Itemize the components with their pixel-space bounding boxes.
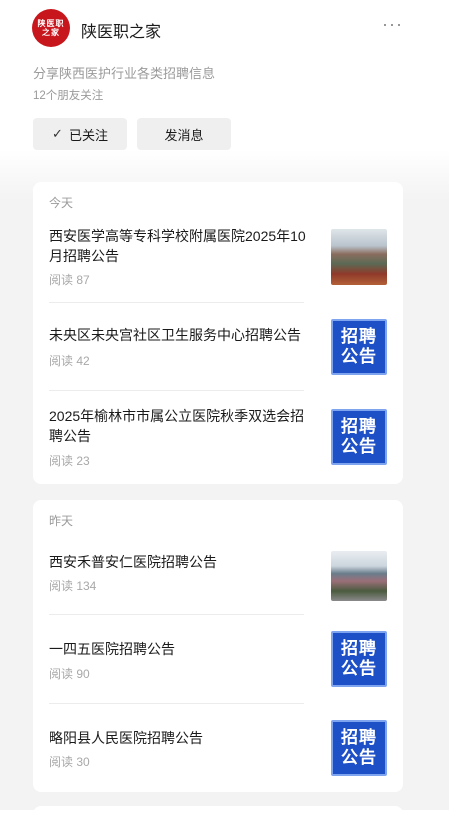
thumbnail-text-line1: 招聘 [341, 327, 377, 346]
recruitment-notice-thumbnail: 招聘 公告 [331, 720, 387, 776]
followed-label: 已关注 [68, 127, 108, 143]
article-group-today: 今天 西安医学高等专科学校附属医院2025年10月招聘公告 阅读 87 未央区未… [33, 182, 403, 484]
thumbnail-text-line1: 招聘 [341, 639, 377, 658]
group-day-label: 今天 [49, 196, 74, 210]
more-options-icon[interactable]: ··· [382, 14, 403, 35]
thumbnail-text-line2: 公告 [341, 347, 377, 366]
article-reads: 阅读 134 [49, 579, 97, 593]
article-group-next [33, 806, 403, 826]
recruitment-notice-thumbnail: 招聘 公告 [331, 409, 387, 465]
article-item[interactable]: 西安医学高等专科学校附属医院2025年10月招聘公告 阅读 87 [33, 218, 403, 302]
checkmark-icon: ✓ [52, 126, 63, 141]
divider [49, 703, 304, 704]
article-title: 一四五医院招聘公告 [49, 641, 175, 657]
article-title: 未央区未央宫社区卫生服务中心招聘公告 [49, 327, 301, 343]
thumbnail-text-line2: 公告 [341, 748, 377, 767]
followed-button[interactable]: ✓ 已关注 [33, 118, 127, 150]
article-reads: 阅读 42 [49, 354, 90, 368]
article-item[interactable]: 未央区未央宫社区卫生服务中心招聘公告 阅读 42 招聘 公告 [33, 304, 403, 390]
divider [49, 390, 304, 391]
friends-following-count[interactable]: 12个朋友关注 [33, 87, 103, 103]
article-reads: 阅读 90 [49, 667, 90, 681]
divider [49, 614, 304, 615]
article-reads: 阅读 23 [49, 454, 90, 468]
thumbnail-text-line1: 招聘 [341, 728, 377, 747]
article-reads: 阅读 30 [49, 755, 90, 769]
account-logo[interactable]: 陕医职 之家 [32, 9, 70, 47]
send-message-button[interactable]: 发消息 [137, 118, 231, 150]
group-day-label: 昨天 [49, 514, 74, 528]
article-thumbnail-photo [331, 551, 387, 601]
recruitment-notice-thumbnail: 招聘 公告 [331, 631, 387, 687]
divider [49, 302, 304, 303]
article-thumbnail-photo [331, 229, 387, 285]
send-message-label: 发消息 [164, 127, 204, 143]
article-title: 西安禾普安仁医院招聘公告 [49, 554, 217, 570]
logo-text-line2: 之家 [42, 27, 60, 37]
thumbnail-text-line2: 公告 [341, 437, 377, 456]
article-item[interactable]: 西安禾普安仁医院招聘公告 阅读 134 [33, 536, 403, 614]
article-reads: 阅读 87 [49, 273, 90, 287]
article-item[interactable]: 2025年榆林市市属公立医院秋季双选会招聘公告 阅读 23 招聘 公告 [33, 392, 403, 482]
article-item[interactable]: 一四五医院招聘公告 阅读 90 招聘 公告 [33, 616, 403, 702]
account-header: 陕医职 之家 陕医职之家 ··· 分享陕西医护行业各类招聘信息 12个朋友关注 … [0, 0, 449, 160]
account-description: 分享陕西医护行业各类招聘信息 [33, 66, 216, 81]
account-name[interactable]: 陕医职之家 [81, 18, 161, 42]
thumbnail-text-line2: 公告 [341, 659, 377, 678]
article-group-yesterday: 昨天 西安禾普安仁医院招聘公告 阅读 134 一四五医院招聘公告 阅读 90 招… [33, 500, 403, 792]
article-item[interactable]: 略阳县人民医院招聘公告 阅读 30 招聘 公告 [33, 705, 403, 791]
article-title: 略阳县人民医院招聘公告 [49, 730, 203, 746]
recruitment-notice-thumbnail: 招聘 公告 [331, 319, 387, 375]
article-title: 西安医学高等专科学校附属医院2025年10月招聘公告 [49, 228, 306, 264]
article-title: 2025年榆林市市属公立医院秋季双选会招聘公告 [49, 408, 305, 444]
thumbnail-text-line1: 招聘 [341, 417, 377, 436]
